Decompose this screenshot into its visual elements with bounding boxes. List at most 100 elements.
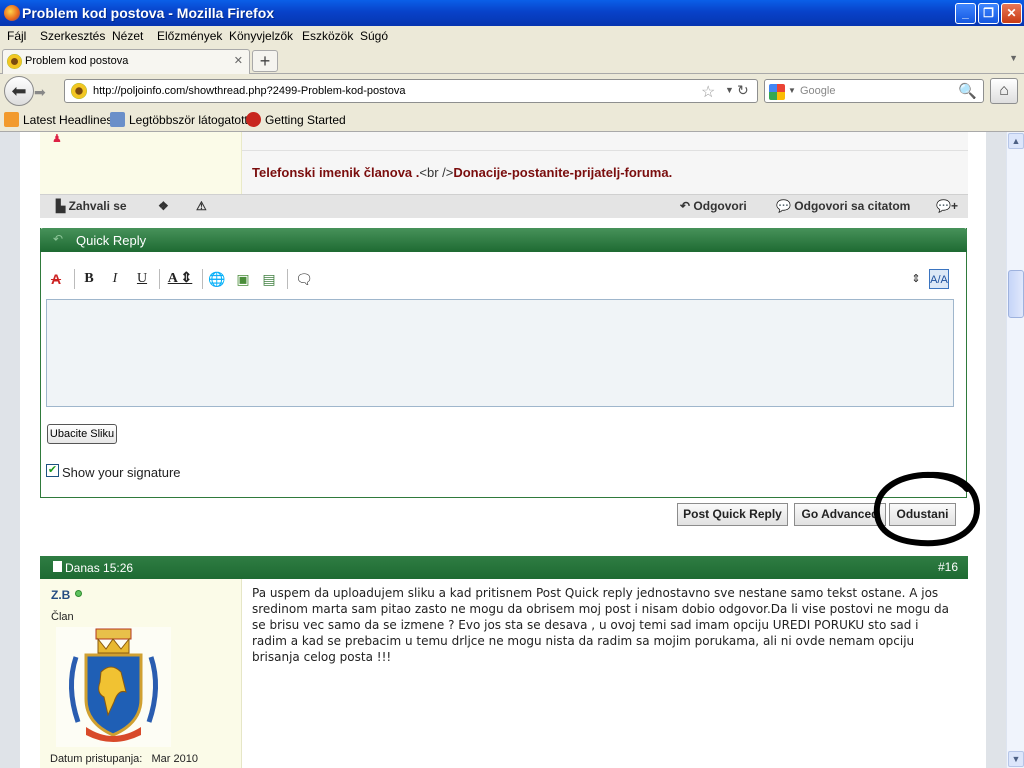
toolbar-separator	[159, 269, 160, 289]
back-button[interactable]: ⬅	[4, 76, 34, 106]
search-icon[interactable]: 🔍	[958, 82, 977, 100]
remove-format-icon[interactable]: A	[46, 269, 66, 289]
url-bar[interactable]: http://poljoinfo.com/showthread.php?2499…	[64, 79, 758, 103]
sig-link-donations[interactable]: Donacije-postanite-prijatelj-foruma.	[453, 165, 672, 180]
thanks-icon: ▙	[56, 199, 66, 213]
bookmark-star-icon[interactable]: ☆	[701, 82, 715, 102]
window-title: Problem kod postova - Mozilla Firefox	[22, 5, 275, 21]
reply-quote-button[interactable]: 💬 Odgovori sa citatom	[776, 199, 910, 213]
bookmarks-toolbar: Latest Headlines Legtöbbször látogatott …	[0, 107, 1024, 132]
maximize-button[interactable]: ❐	[978, 3, 999, 24]
navigation-bar: ⬅ ➡ http://poljoinfo.com/showthread.php?…	[0, 74, 1024, 107]
user-join-info: Datum pristupanja: Mar 2010	[50, 753, 198, 765]
user-status-icon: ♟	[52, 133, 62, 145]
switch-editor-mode-icon[interactable]: A/A	[929, 269, 949, 289]
underline-button[interactable]: U	[132, 269, 152, 289]
insert-quote-icon[interactable]: 🗨	[294, 269, 314, 289]
user-avatar-crest	[56, 627, 171, 747]
insert-link-icon[interactable]: 🌐	[207, 269, 227, 289]
show-signature-label: Show your signature	[62, 465, 181, 480]
rss-icon	[4, 112, 19, 127]
multiquote-icon[interactable]: 💬+	[936, 199, 958, 213]
thanks-button[interactable]: ▙ Zahvali se	[56, 199, 127, 213]
bookmark-latest-headlines[interactable]: Latest Headlines	[4, 112, 112, 127]
reply-button[interactable]: ↶ Odgovori	[680, 199, 747, 213]
tab-list-arrow-icon[interactable]: ▼	[1009, 53, 1018, 63]
insert-video-icon[interactable]: ▤	[259, 269, 279, 289]
quick-reply-icon: ↶	[53, 232, 64, 246]
scroll-down-arrow-icon[interactable]: ▼	[1008, 751, 1024, 767]
signature-divider	[242, 150, 968, 151]
toolbar-separator	[74, 269, 75, 289]
tab-label: Problem kod postova	[25, 55, 129, 67]
menu-tools[interactable]: Eszközök	[302, 29, 353, 43]
signature-links: Telefonski imenik članova .<br />Donacij…	[252, 165, 672, 180]
show-signature-checkbox[interactable]: ✔	[46, 464, 59, 477]
post-username[interactable]: Z.B	[51, 588, 70, 602]
tab-problem-kod-postova[interactable]: Problem kod postova ✕	[2, 49, 250, 74]
vertical-scrollbar[interactable]: ▲ ▼	[1006, 132, 1024, 768]
forward-button[interactable]: ➡	[34, 82, 56, 102]
menu-history[interactable]: Előzmények	[157, 29, 222, 43]
post-quick-reply-button[interactable]: Post Quick Reply	[677, 503, 788, 526]
home-button[interactable]: ⌂	[990, 78, 1018, 104]
scroll-thumb[interactable]	[1008, 270, 1024, 318]
folder-icon	[110, 112, 125, 127]
menu-view[interactable]: Nézet	[112, 29, 143, 43]
reply-textarea[interactable]	[46, 299, 954, 407]
firefox-bookmark-icon	[246, 112, 261, 127]
site-identity-icon[interactable]	[71, 83, 87, 99]
post-message-text: Pa uspem da uploadujem sliku a kad priti…	[252, 586, 949, 664]
quick-reply-title: Quick Reply	[76, 233, 147, 248]
quick-reply-header: ↶ Quick Reply	[40, 228, 967, 252]
bold-button[interactable]: B	[79, 269, 99, 289]
report-icon[interactable]: ⚠	[196, 199, 207, 213]
previous-post-userinfo: ♟	[40, 132, 242, 194]
resize-editor-icon[interactable]: ⇕	[906, 269, 926, 289]
bookmark-getting-started[interactable]: Getting Started	[246, 112, 346, 127]
minimize-button[interactable]: _	[955, 3, 976, 24]
search-placeholder[interactable]: Google	[800, 85, 835, 97]
italic-button[interactable]: I	[105, 269, 125, 289]
user-rank: Član	[51, 611, 74, 623]
menu-help[interactable]: Súgó	[360, 29, 388, 43]
sig-link-phonebook[interactable]: Telefonski imenik članova .	[252, 165, 419, 180]
menu-edit[interactable]: Szerkesztés	[40, 29, 105, 43]
font-color-button[interactable]: A ⇕	[164, 269, 196, 289]
post-action-bar: ▙ Zahvali se ❖ ⚠ ↶ Odgovori 💬 Odgovori s…	[40, 194, 968, 218]
rate-icon[interactable]: ❖	[158, 199, 169, 213]
toolbar-separator	[202, 269, 203, 289]
close-button[interactable]: ✕	[1001, 3, 1022, 24]
quote-icon: 💬	[776, 199, 791, 213]
post-number-link[interactable]: #16	[938, 560, 958, 574]
sig-br-text: <br />	[419, 165, 454, 180]
tab-bar: Problem kod postova ✕ + ▼	[0, 47, 1024, 74]
menu-bar: Fájl Szerkesztés Nézet Előzmények Könyvj…	[0, 26, 1024, 47]
new-tab-button[interactable]: +	[252, 50, 278, 72]
bookmark-most-visited[interactable]: Legtöbbször látogatott	[110, 112, 248, 127]
tab-close-icon[interactable]: ✕	[234, 54, 243, 67]
insert-image-icon[interactable]: ▣	[233, 269, 253, 289]
reload-icon[interactable]: ↻	[737, 82, 749, 99]
menu-bookmarks[interactable]: Könyvjelzők	[229, 29, 293, 43]
go-advanced-button[interactable]: Go Advanced	[794, 503, 886, 526]
join-date: Mar 2010	[151, 753, 198, 765]
search-box[interactable]: ▼ Google 🔍	[764, 79, 984, 103]
post-header: Danas 15:26 #16	[40, 556, 968, 579]
previous-post-body	[242, 132, 968, 194]
join-label: Datum pristupanja:	[50, 753, 143, 765]
post-date: Danas 15:26	[65, 561, 134, 575]
page-viewport: ♟ Telefonski imenik članova .<br />Donac…	[0, 132, 1006, 768]
url-text[interactable]: http://poljoinfo.com/showthread.php?2499…	[93, 85, 405, 97]
google-icon[interactable]	[769, 84, 785, 100]
scroll-up-arrow-icon[interactable]: ▲	[1008, 133, 1024, 149]
search-engine-dropdown-icon[interactable]: ▼	[788, 86, 796, 95]
url-dropdown-icon[interactable]: ▼	[725, 85, 734, 95]
site-favicon-icon	[7, 54, 22, 69]
menu-file[interactable]: Fájl	[7, 29, 26, 43]
firefox-icon	[4, 5, 20, 21]
window-titlebar: Problem kod postova - Mozilla Firefox _ …	[0, 0, 1024, 26]
cancel-button[interactable]: Odustani	[889, 503, 956, 526]
upload-image-button[interactable]: Ubacite Sliku	[47, 424, 117, 444]
post-document-icon	[53, 561, 62, 572]
